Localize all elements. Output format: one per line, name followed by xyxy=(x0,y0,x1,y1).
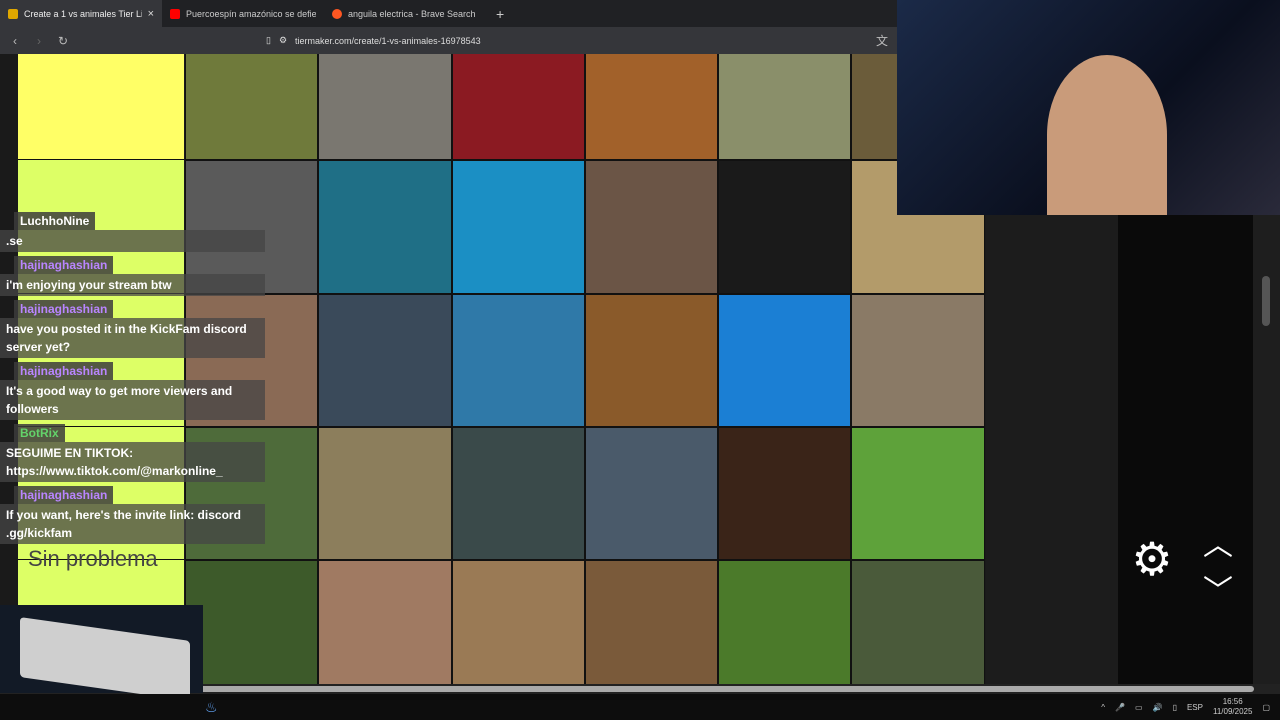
url-text: tiermaker.com/create/1-vs-animales-16978… xyxy=(295,35,481,46)
animal-tile[interactable] xyxy=(185,560,319,684)
forward-arrow-icon[interactable]: › xyxy=(32,34,46,48)
chat-text: It's a good way to get more viewers and … xyxy=(0,380,265,420)
streamer-image xyxy=(1047,55,1167,215)
animal-tile[interactable] xyxy=(318,426,452,561)
chat-text: SEGUIME EN TIKTOK: https://www.tiktok.co… xyxy=(0,442,265,482)
battery-icon[interactable]: ▯ xyxy=(1173,703,1177,712)
reload-icon[interactable]: ↻ xyxy=(56,34,70,48)
chat-username[interactable]: hajinaghashian xyxy=(14,486,114,504)
volume-icon[interactable]: 🔊 xyxy=(1153,703,1163,712)
tab-tiermaker[interactable]: Create a 1 vs animales Tier List - × xyxy=(0,0,162,27)
animal-tile[interactable] xyxy=(851,426,985,561)
network-icon[interactable]: ▭ xyxy=(1135,703,1143,712)
chat-message: hajinaghashian If you want, here's the in… xyxy=(0,486,265,544)
animal-tile[interactable] xyxy=(718,293,852,427)
back-arrow-icon[interactable]: ‹ xyxy=(8,34,22,48)
controls-panel xyxy=(1118,215,1253,684)
animal-tile[interactable] xyxy=(718,426,852,561)
animal-tile[interactable] xyxy=(584,293,719,427)
clock-date: 11/09/2025 xyxy=(1212,707,1253,716)
chat-message: BotRix SEGUIME EN TIKTOK: https://www.tik… xyxy=(0,424,265,482)
keyboard-image xyxy=(20,617,190,701)
chat-text: have you posted it in the KickFam discor… xyxy=(0,318,265,358)
chat-message: LuchhoNine .se xyxy=(0,212,265,252)
animal-tile[interactable] xyxy=(318,54,452,161)
animal-tile[interactable] xyxy=(851,293,985,427)
bookmark-icon[interactable]: ▯ xyxy=(266,35,271,46)
tab-brave-search[interactable]: anguila electrica - Brave Search xyxy=(324,0,486,27)
chat-text: If you want, here's the invite link: dis… xyxy=(0,504,265,544)
animal-tile[interactable] xyxy=(851,560,985,684)
youtube-favicon-icon xyxy=(170,8,180,19)
url-field[interactable]: ▯ ⚙ tiermaker.com/create/1-vs-animales-1… xyxy=(80,31,865,51)
vertical-scrollbar-thumb[interactable] xyxy=(1262,276,1270,326)
brave-favicon-icon xyxy=(332,8,342,19)
chat-username[interactable]: LuchhoNine xyxy=(14,212,96,230)
chat-username[interactable]: hajinaghashian xyxy=(14,256,114,274)
new-tab-button[interactable]: + xyxy=(486,6,514,22)
animal-tile[interactable] xyxy=(718,54,852,161)
language-indicator[interactable]: ESP xyxy=(1187,703,1203,712)
animal-tile[interactable] xyxy=(451,160,585,294)
animal-tile[interactable] xyxy=(451,54,585,161)
animal-tile[interactable] xyxy=(584,54,719,161)
webcam-overlay xyxy=(897,0,1280,215)
animal-tile[interactable] xyxy=(584,426,719,561)
chat-username[interactable]: hajinaghashian xyxy=(14,362,114,380)
close-tab-icon[interactable]: × xyxy=(148,8,154,20)
animal-image-grid xyxy=(185,54,986,684)
animal-tile[interactable] xyxy=(318,160,452,294)
animal-tile[interactable] xyxy=(451,293,585,427)
animal-tile[interactable] xyxy=(718,560,852,684)
chat-text: i'm enjoying your stream btw xyxy=(0,274,265,296)
clock[interactable]: 16:56 11/09/2025 xyxy=(1213,697,1252,717)
animal-tile[interactable] xyxy=(318,560,452,684)
translate-icon[interactable]: 文 xyxy=(875,32,889,49)
chat-message: hajinaghashian i'm enjoying your stream b… xyxy=(0,256,265,296)
animal-tile[interactable] xyxy=(185,54,319,161)
browser-tabbar: Create a 1 vs animales Tier List - × Pue… xyxy=(0,0,897,27)
chevron-down-icon[interactable]: ﹀ xyxy=(1200,566,1236,610)
site-info-icon[interactable]: ⚙ xyxy=(279,35,287,46)
animal-tile[interactable] xyxy=(451,426,585,561)
animal-tile[interactable] xyxy=(584,160,719,294)
overlay-caption: Sin problema xyxy=(28,546,158,571)
tab-title: anguila electrica - Brave Search xyxy=(348,8,476,19)
chat-message: hajinaghashian have you posted it in the … xyxy=(0,300,265,358)
tier-dropzone-panel xyxy=(986,215,1118,684)
animal-tile[interactable] xyxy=(318,293,452,427)
address-bar-row: ‹ › ↻ ▯ ⚙ tiermaker.com/create/1-vs-anim… xyxy=(0,27,897,54)
mic-icon[interactable]: 🎤 xyxy=(1115,703,1125,712)
animal-tile[interactable] xyxy=(718,160,852,294)
chat-text: .se xyxy=(0,230,265,252)
tab-title: Create a 1 vs animales Tier List - xyxy=(24,8,142,19)
os-taskbar: ♨ ^ 🎤 ▭ 🔊 ▯ ESP 16:56 11/09/2025 ▢ xyxy=(0,694,1280,720)
tab-youtube[interactable]: Puercoespín amazónico se defiende xyxy=(162,0,324,27)
tier-row-1-label[interactable] xyxy=(18,54,184,160)
stream-chat-overlay: LuchhoNine .se hajinaghashian i'm enjoying … xyxy=(0,212,265,548)
tiermaker-favicon-icon xyxy=(8,8,18,19)
animal-tile[interactable] xyxy=(584,560,719,684)
clock-time: 16:56 xyxy=(1222,697,1243,706)
chevron-up-icon[interactable]: ︿ xyxy=(1200,520,1236,564)
notification-icon[interactable]: ▢ xyxy=(1262,703,1270,712)
tab-title: Puercoespín amazónico se defiende xyxy=(186,8,316,19)
animal-tile[interactable] xyxy=(451,560,585,684)
gear-icon[interactable]: ⚙ xyxy=(1128,535,1176,583)
steam-icon[interactable]: ♨ xyxy=(205,699,218,716)
chat-username[interactable]: hajinaghashian xyxy=(14,300,114,318)
chat-username[interactable]: BotRix xyxy=(14,424,65,442)
keyboard-cam-overlay xyxy=(0,605,203,701)
tray-chevron-icon[interactable]: ^ xyxy=(1101,703,1105,712)
chat-message: hajinaghashian It's a good way to get mor… xyxy=(0,362,265,420)
